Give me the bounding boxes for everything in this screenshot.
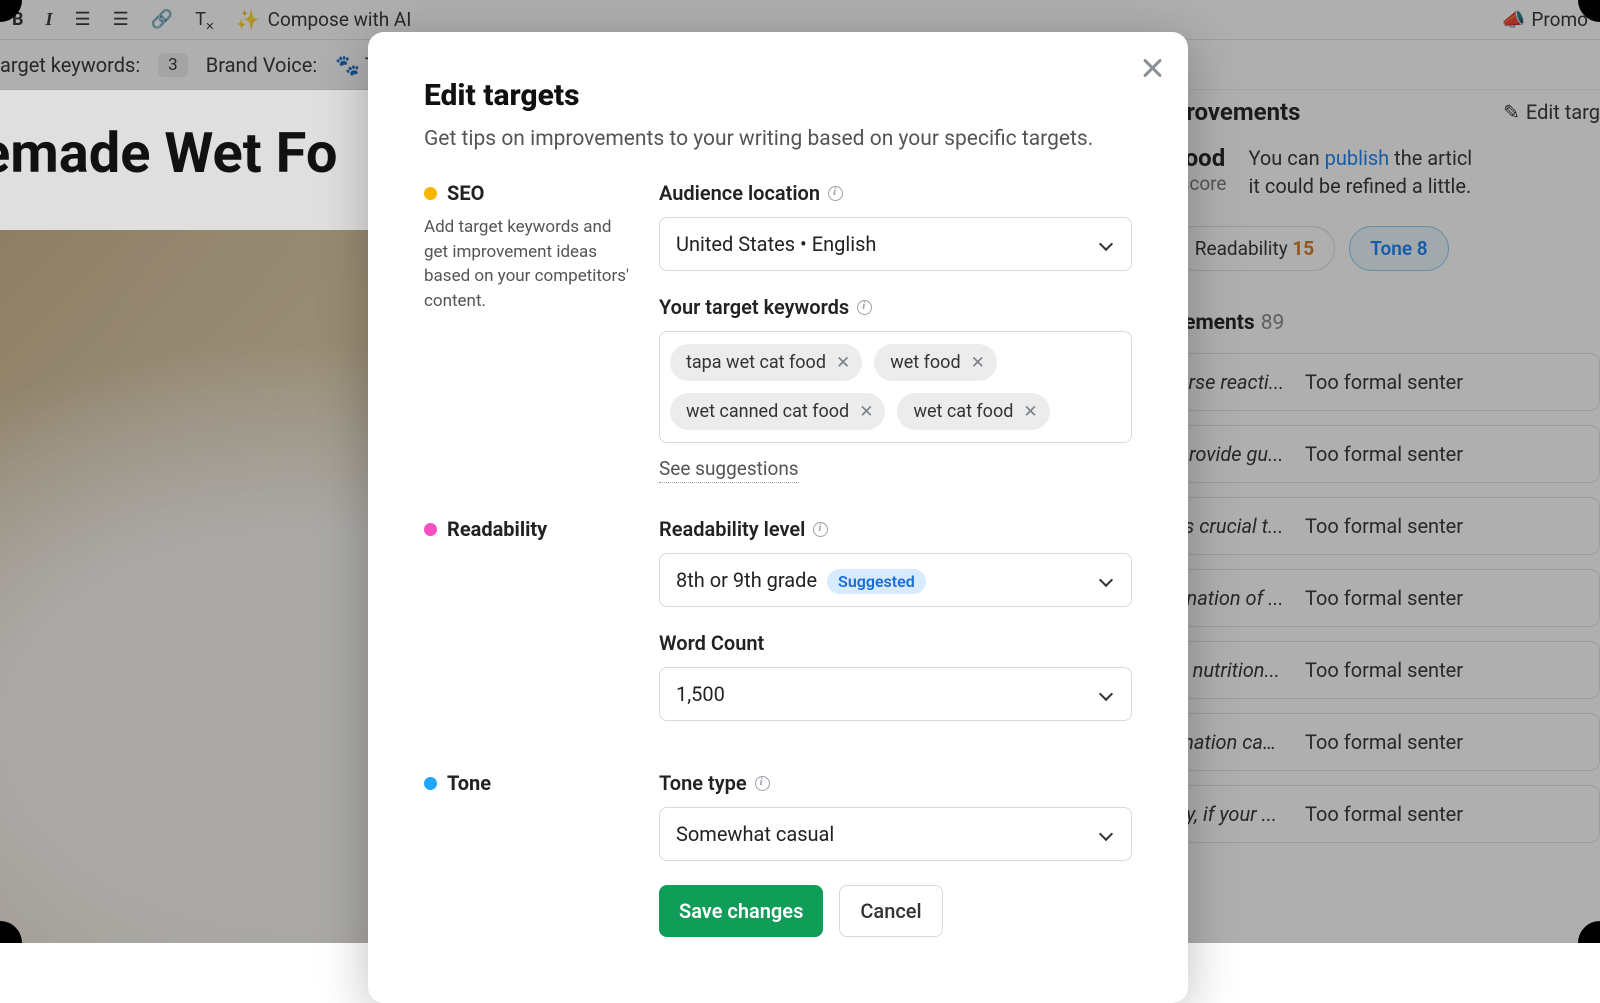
keywords-input[interactable]: tapa wet cat food✕wet food✕wet canned ca… [659, 331, 1132, 443]
edit-targets-modal: Edit targets Get tips on improvements to… [368, 32, 1188, 1003]
keyword-text: wet food [890, 352, 960, 373]
chevron-down-icon [1099, 237, 1113, 251]
keyword-text: tapa wet cat food [686, 352, 826, 373]
keywords-label: Your target keywords [659, 295, 849, 319]
seo-section: SEO Add target keywords and get improvem… [424, 181, 1132, 491]
cancel-button[interactable]: Cancel [839, 885, 942, 937]
modal-subtitle: Get tips on improvements to your writing… [424, 127, 1132, 151]
keyword-tag[interactable]: wet canned cat food ✕ [670, 393, 885, 430]
keyword-tag[interactable]: wet cat food ✕ [897, 393, 1049, 430]
suggested-badge: Suggested [827, 569, 926, 594]
chevron-down-icon [1099, 573, 1113, 587]
remove-tag-icon[interactable]: ✕ [971, 353, 985, 373]
dot-icon [424, 187, 437, 200]
tone-title: Tone [447, 771, 491, 795]
chevron-down-icon [1099, 687, 1113, 701]
readability-value: 8th or 9th grade [676, 568, 817, 592]
tone-value: Somewhat casual [676, 822, 834, 846]
readability-select[interactable]: 8th or 9th grade Suggested [659, 553, 1132, 607]
modal-title: Edit targets [424, 78, 1132, 113]
info-icon[interactable] [813, 522, 828, 537]
word-count-select[interactable]: 1,500 [659, 667, 1132, 721]
audience-select[interactable]: United States • English [659, 217, 1132, 271]
keyword-text: wet cat food [913, 401, 1013, 422]
keyword-text: wet canned cat food [686, 401, 849, 422]
dot-icon [424, 523, 437, 536]
tone-select[interactable]: Somewhat casual [659, 807, 1132, 861]
tone-section: Tone Tone type Somewhat casual Save chan… [424, 771, 1132, 937]
audience-label: Audience location [659, 181, 820, 205]
close-button[interactable] [1138, 54, 1166, 82]
audience-value: United States • English [676, 232, 876, 256]
remove-tag-icon[interactable]: ✕ [1023, 402, 1037, 422]
keyword-tag[interactable]: wet food ✕ [874, 344, 997, 381]
readability-section: Readability Readability level 8th or 9th… [424, 517, 1132, 745]
remove-tag-icon[interactable]: ✕ [859, 402, 873, 422]
info-icon[interactable] [755, 776, 770, 791]
dot-icon [424, 777, 437, 790]
seo-title: SEO [447, 181, 484, 205]
keyword-tag[interactable]: tapa wet cat food ✕ [670, 344, 862, 381]
tone-type-label: Tone type [659, 771, 747, 795]
save-button[interactable]: Save changes [659, 885, 823, 937]
readability-level-label: Readability level [659, 517, 805, 541]
seo-desc: Add target keywords and get improvement … [424, 215, 639, 314]
info-icon[interactable] [828, 186, 843, 201]
remove-tag-icon[interactable]: ✕ [836, 353, 850, 373]
info-icon[interactable] [857, 300, 872, 315]
see-suggestions-link[interactable]: See suggestions [659, 457, 799, 483]
chevron-down-icon [1099, 827, 1113, 841]
word-count-value: 1,500 [676, 682, 725, 706]
word-count-label: Word Count [659, 631, 764, 655]
readability-title: Readability [447, 517, 547, 541]
